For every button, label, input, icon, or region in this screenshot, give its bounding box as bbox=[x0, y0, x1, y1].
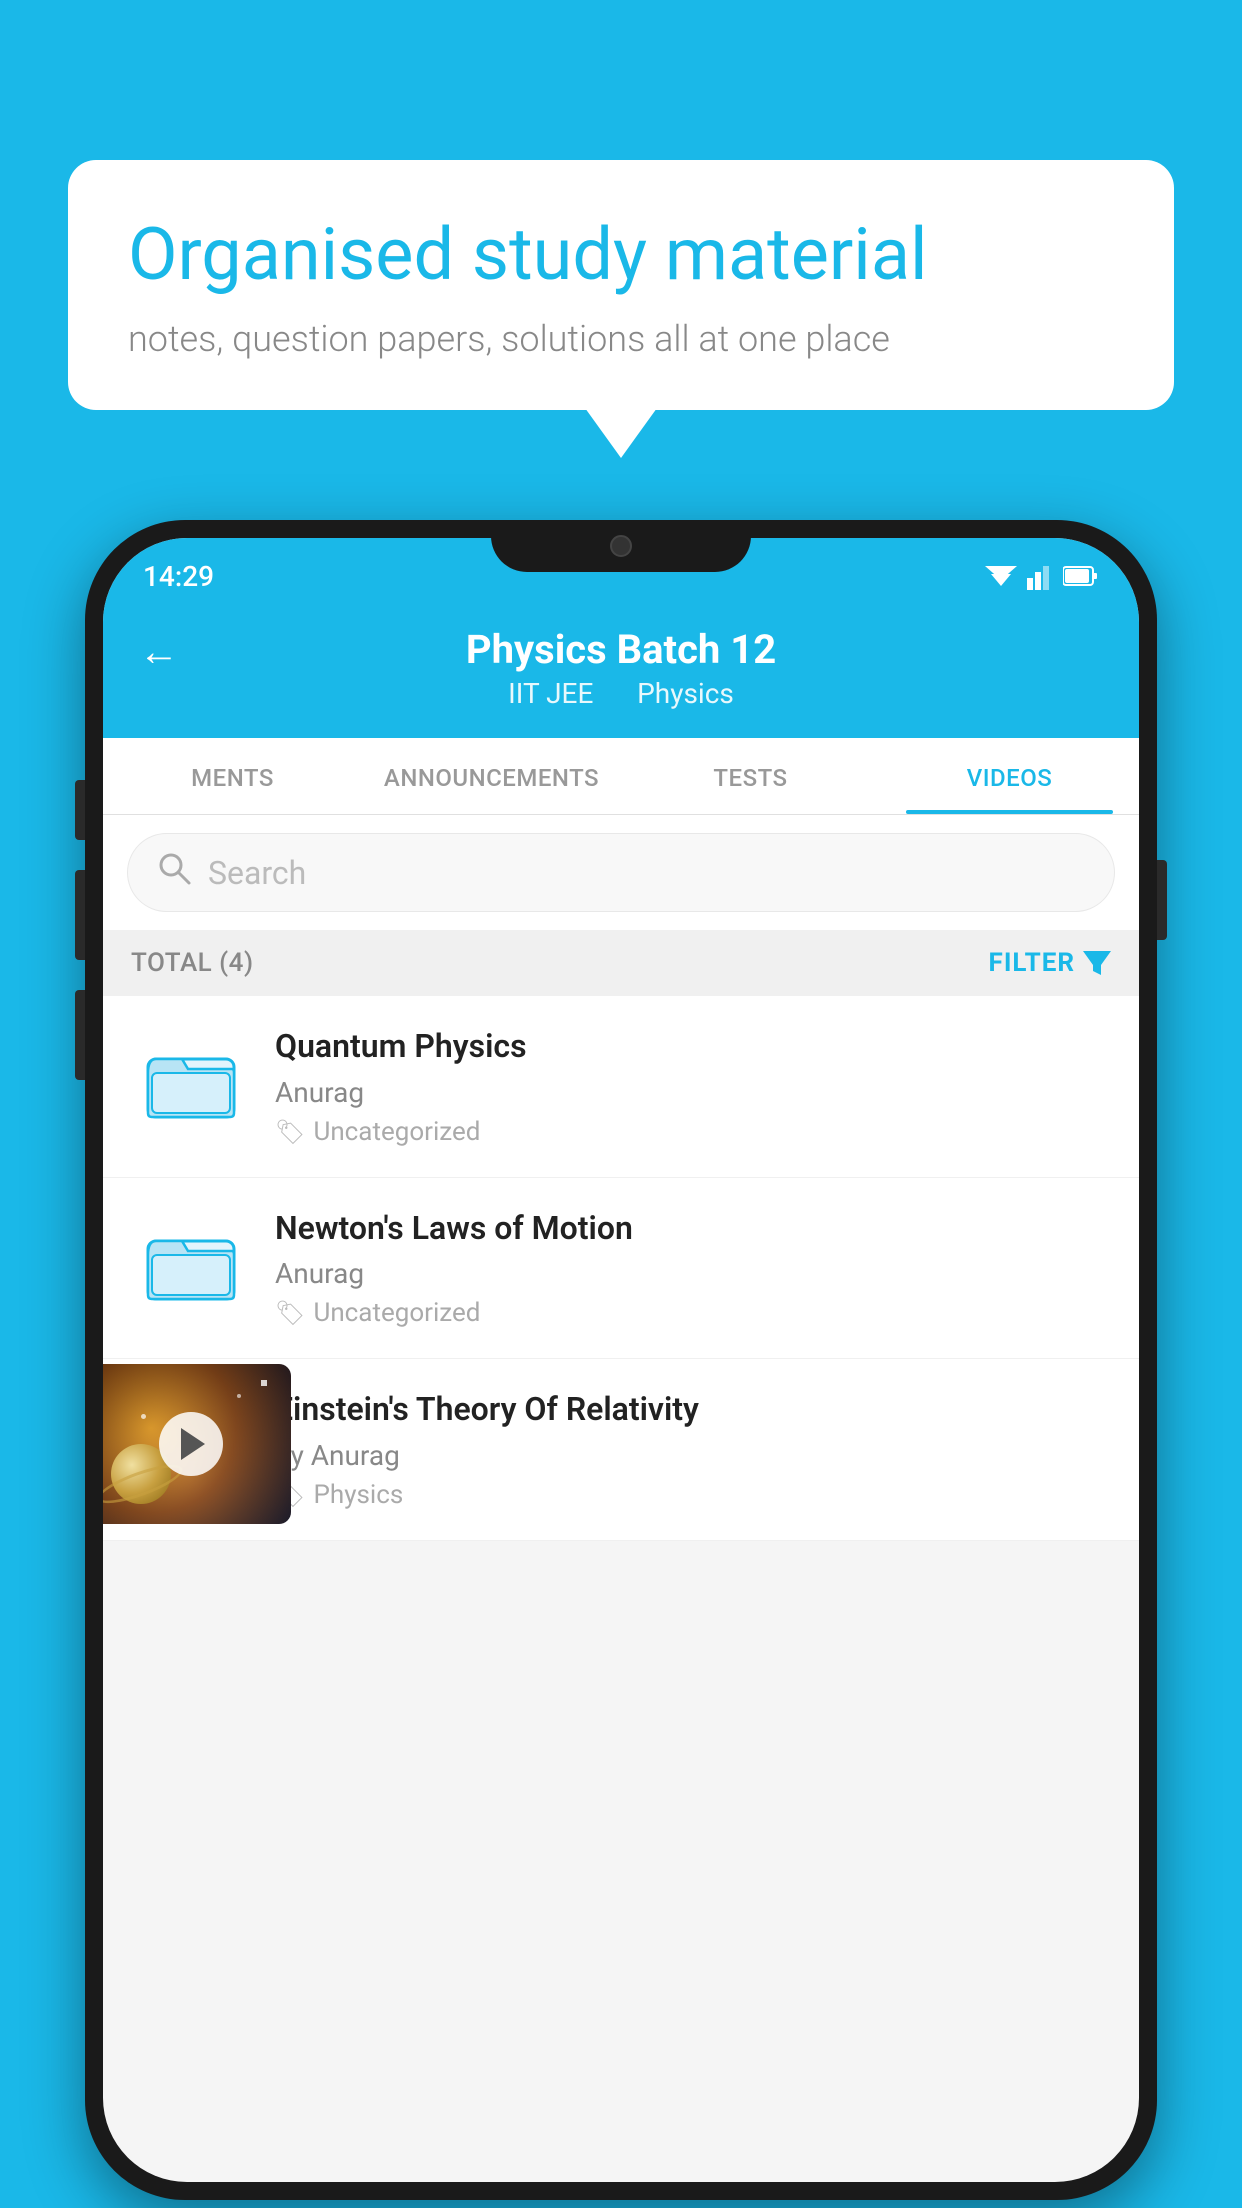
tab-videos[interactable]: VIDEOS bbox=[880, 738, 1139, 814]
search-container: Search bbox=[103, 815, 1139, 930]
header-subtitle1: IIT JEE bbox=[508, 677, 593, 710]
list-item[interactable]: Newton's Laws of Motion Anurag 🏷 Uncateg… bbox=[103, 1178, 1139, 1360]
phone-device: 14:29 bbox=[85, 520, 1157, 2200]
speech-bubble: Organised study material notes, question… bbox=[68, 160, 1174, 410]
search-icon bbox=[156, 850, 192, 895]
search-box[interactable]: Search bbox=[127, 833, 1115, 912]
bubble-title: Organised study material bbox=[128, 212, 1114, 298]
thumbnail-image bbox=[103, 1364, 291, 1524]
phone-screen: 14:29 bbox=[103, 538, 1139, 2182]
header-title: Physics Batch 12 bbox=[466, 626, 776, 673]
video-tag: 🏷 Uncategorized bbox=[275, 1298, 1111, 1328]
video-author: Anurag bbox=[275, 1257, 1111, 1290]
tag-text: Physics bbox=[313, 1480, 403, 1510]
filter-button[interactable]: FILTER bbox=[989, 948, 1111, 978]
filter-bar: TOTAL (4) FILTER bbox=[103, 930, 1139, 996]
video-tag: 🏷 Physics bbox=[275, 1480, 1111, 1510]
back-button[interactable]: ← bbox=[139, 628, 179, 675]
wifi-icon bbox=[983, 562, 1019, 590]
battery-icon bbox=[1063, 564, 1099, 588]
video-title: Einstein's Theory Of Relativity bbox=[275, 1389, 1111, 1431]
list-item[interactable]: Quantum Physics Anurag 🏷 Uncategorized bbox=[103, 996, 1139, 1178]
power-button bbox=[1157, 860, 1167, 940]
app-header: ← Physics Batch 12 IIT JEE Physics bbox=[103, 606, 1139, 738]
mute-button bbox=[75, 780, 85, 840]
bubble-subtitle: notes, question papers, solutions all at… bbox=[128, 318, 1114, 360]
video-thumbnail bbox=[131, 1208, 251, 1318]
video-title: Newton's Laws of Motion bbox=[275, 1208, 1111, 1250]
tab-ments[interactable]: MENTS bbox=[103, 738, 362, 814]
folder-icon bbox=[146, 1223, 236, 1303]
phone-notch bbox=[491, 520, 751, 572]
folder-icon bbox=[146, 1041, 236, 1121]
header-subtitle: IIT JEE Physics bbox=[500, 677, 742, 710]
status-icons bbox=[983, 562, 1099, 590]
tag-text: Uncategorized bbox=[313, 1117, 480, 1147]
header-subtitle2: Physics bbox=[637, 677, 734, 710]
video-thumbnail bbox=[131, 1389, 251, 1499]
video-info: Quantum Physics Anurag 🏷 Uncategorized bbox=[275, 1026, 1111, 1147]
tabs-bar: MENTS ANNOUNCEMENTS TESTS VIDEOS bbox=[103, 738, 1139, 815]
video-title: Quantum Physics bbox=[275, 1026, 1111, 1068]
play-button[interactable] bbox=[159, 1412, 223, 1476]
video-tag: 🏷 Uncategorized bbox=[275, 1117, 1111, 1147]
signal-icon bbox=[1027, 562, 1055, 590]
status-time: 14:29 bbox=[143, 560, 214, 593]
tag-icon: 🏷 bbox=[275, 1118, 305, 1146]
volume-up-button bbox=[75, 870, 85, 960]
filter-icon bbox=[1083, 951, 1111, 975]
filter-label: FILTER bbox=[989, 948, 1075, 978]
total-count: TOTAL (4) bbox=[131, 948, 254, 978]
tab-announcements[interactable]: ANNOUNCEMENTS bbox=[362, 738, 621, 814]
video-list: Quantum Physics Anurag 🏷 Uncategorized bbox=[103, 996, 1139, 1541]
list-item[interactable]: Einstein's Theory Of Relativity by Anura… bbox=[103, 1359, 1139, 1541]
volume-down-button bbox=[75, 990, 85, 1080]
tag-icon: 🏷 bbox=[275, 1299, 305, 1327]
tab-tests[interactable]: TESTS bbox=[621, 738, 880, 814]
tag-text: Uncategorized bbox=[313, 1298, 480, 1328]
search-input[interactable]: Search bbox=[208, 854, 306, 892]
video-info: Einstein's Theory Of Relativity by Anura… bbox=[275, 1389, 1111, 1510]
video-author: Anurag bbox=[275, 1076, 1111, 1109]
front-camera bbox=[610, 535, 632, 557]
video-thumbnail bbox=[131, 1026, 251, 1136]
video-info: Newton's Laws of Motion Anurag 🏷 Uncateg… bbox=[275, 1208, 1111, 1329]
video-author: by Anurag bbox=[275, 1439, 1111, 1472]
